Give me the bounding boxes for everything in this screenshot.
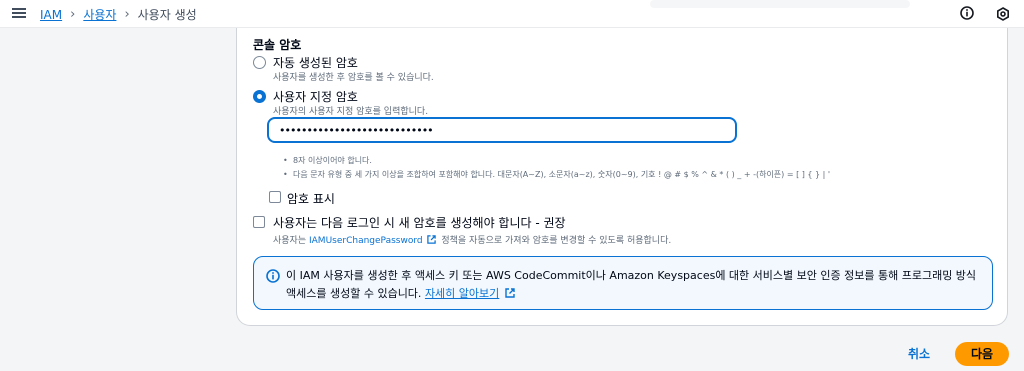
radio-custom-password[interactable] [253,90,266,103]
menu-icon[interactable] [12,6,26,20]
info-icon [266,269,280,283]
cancel-button[interactable]: 취소 [908,345,930,362]
chevron-right-icon: › [124,7,130,22]
rule-item: 8자 이상이어야 합니다. [283,154,830,168]
external-link-icon [505,288,515,298]
show-password-checkbox[interactable] [269,191,281,203]
desc-suffix: 정책을 자동으로 가져와 암호를 변경할 수 있도록 허용합니다. [441,236,672,246]
custom-password-label: 사용자 지정 암호 [273,90,358,104]
require-reset-label: 사용자는 다음 로그인 시 새 암호를 생성해야 합니다 - 권장 [273,216,566,230]
policy-link[interactable]: IAMUserChangePassword [309,236,423,246]
breadcrumb: IAM › 사용자 › 사용자 생성 [40,6,197,23]
require-reset-desc: 사용자는 IAMUserChangePassword 정책을 자동으로 가져와 … [273,233,671,246]
info-icon[interactable] [960,6,974,20]
top-navigation: IAM › 사용자 › 사용자 생성 [0,0,1024,28]
rule-item: 다음 문자 유형 중 세 가지 이상을 조합하여 포함해야 합니다. 대문자(A… [283,168,830,182]
desc-prefix: 사용자는 [273,236,307,246]
custom-password-desc: 사용자의 사용자 지정 암호를 입력합니다. [273,107,429,117]
alert-message: 이 IAM 사용자를 생성한 후 액세스 키 또는 AWS CodeCommit… [286,267,986,303]
next-button[interactable]: 다음 [955,342,1009,366]
password-rules: 8자 이상이어야 합니다. 다음 문자 유형 중 세 가지 이상을 조합하여 포… [283,154,830,182]
info-alert: 이 IAM 사용자를 생성한 후 액세스 키 또는 AWS CodeCommit… [253,256,993,310]
breadcrumb-users[interactable]: 사용자 [83,6,116,23]
external-link-icon [427,235,437,244]
auto-password-label: 자동 생성된 암호 [273,56,358,70]
alert-text: 이 IAM 사용자를 생성한 후 액세스 키 또는 AWS CodeCommit… [286,269,977,300]
settings-icon[interactable] [996,7,1010,21]
require-reset-checkbox[interactable] [253,216,265,228]
blurred-region [650,0,910,8]
radio-auto-password[interactable] [253,56,266,69]
learn-more-link[interactable]: 자세히 알아보기 [425,287,499,300]
password-input[interactable]: •••••••••••••••••••••••••••• [267,117,737,143]
section-title: 콘솔 암호 [253,38,302,52]
chevron-right-icon: › [70,7,76,22]
breadcrumb-current: 사용자 생성 [137,8,197,22]
auto-password-desc: 사용자를 생성한 후 암호를 볼 수 있습니다. [273,73,434,83]
show-password-label: 암호 표시 [287,192,335,206]
breadcrumb-iam[interactable]: IAM [40,8,62,22]
console-password-panel: 콘솔 암호 자동 생성된 암호 사용자를 생성한 후 암호를 볼 수 있습니다.… [236,28,1008,326]
